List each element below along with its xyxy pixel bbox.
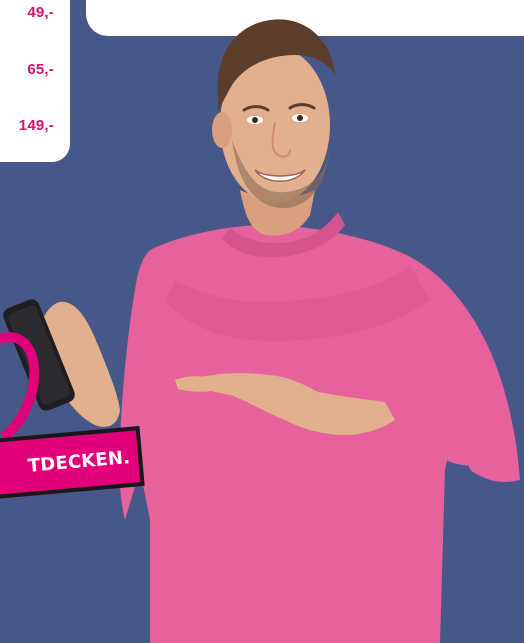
cta-label: TDECKEN. [27, 446, 131, 477]
person-photo [3, 19, 521, 643]
